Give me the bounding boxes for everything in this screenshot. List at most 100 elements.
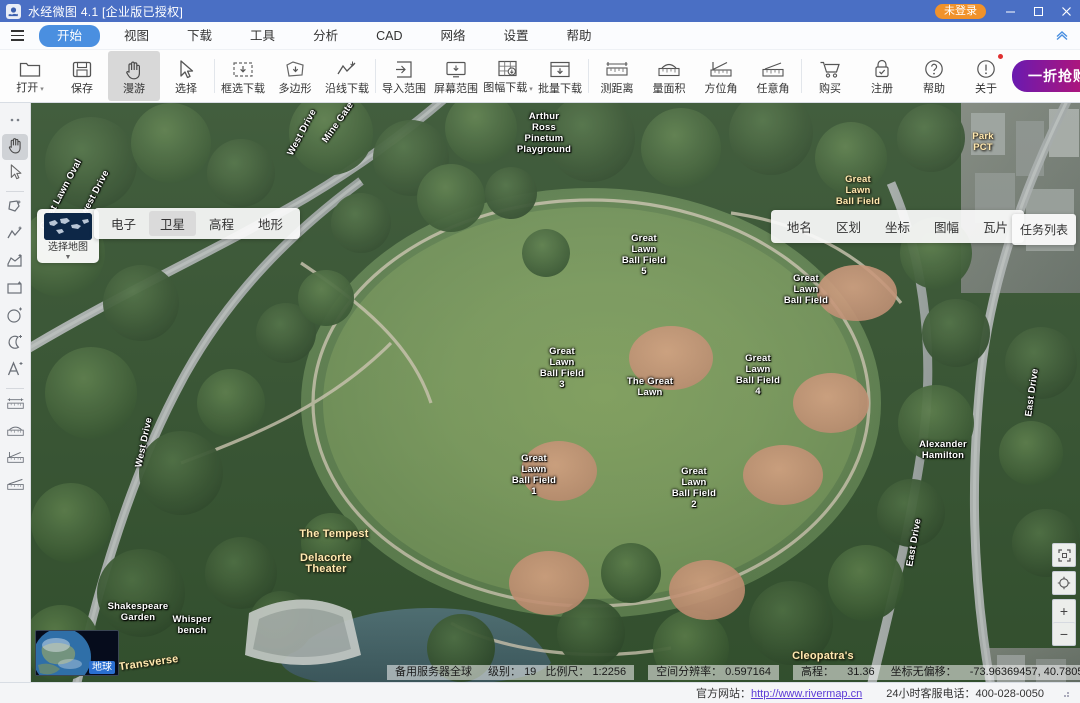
globe-widget[interactable]: 地球 [35,630,119,676]
overlay-tab-placenames[interactable]: 地名 [775,214,824,239]
ribbon-screen-range-button[interactable]: 屏幕范围 [430,51,482,101]
rail-add-text-tool[interactable] [2,358,28,384]
ribbon-batch-download-button[interactable]: 批量下载 [534,51,586,101]
rail-add-rectangle-tool[interactable] [2,277,28,303]
ribbon-azimuth-button[interactable]: 方位角 [695,51,747,101]
rail-select-tool[interactable] [2,161,28,187]
screen-range-icon [445,58,467,81]
app-logo-icon [6,3,21,19]
ribbon-open-label: 打开 [16,81,39,94]
globe-label: 地球 [89,661,115,674]
ribbon-rect-download-button[interactable]: 框选下载 [217,51,269,101]
task-list-button[interactable]: 任务列表 [1011,214,1076,245]
ribbon-register-button[interactable]: 注册 [856,51,908,101]
overlay-tab-sheets[interactable]: 图幅 [922,214,971,239]
basemap-layer-tabs: 电子 卫星 高程 地形 [94,208,301,239]
rail-pan-tool[interactable] [2,134,28,160]
map-select-widget[interactable]: 选择地图 ▼ [37,209,99,263]
ribbon-sheet-download-button[interactable]: 图幅下载 ▾ [482,51,534,101]
drag-dots-icon[interactable] [2,107,28,133]
chevron-down-icon[interactable]: ▾ [529,86,533,93]
rail-azimuth-tool[interactable] [2,447,28,473]
close-button[interactable] [1052,0,1080,22]
layer-tab-electronic[interactable]: 电子 [100,211,147,236]
hand-pan-icon [7,136,24,159]
world-map-thumb-icon [44,213,92,240]
rail-measure-distance-tool[interactable] [2,393,28,419]
rail-measure-area-tool[interactable] [2,420,28,446]
map-canvas[interactable]: Arthur Ross Pinetum Playground Great Law… [31,103,1080,682]
azimuth-icon [709,58,733,81]
resize-grip-icon[interactable] [1060,688,1070,698]
minimize-button[interactable] [996,0,1024,22]
rail-add-polyline-tool[interactable] [2,223,28,249]
ribbon-polyline-download-label: 沿线下载 [325,82,369,95]
polygon-download-icon [284,58,306,81]
fullscreen-icon[interactable] [1052,543,1076,567]
chevron-up-icon[interactable] [1054,29,1070,43]
ribbon-about-button[interactable]: 关于 [960,51,1012,101]
title-bar: 水经微图 4.1 [企业版已授权] 未登录 [0,0,1080,22]
folder-icon [19,57,41,80]
layer-tab-elevation[interactable]: 高程 [198,211,245,236]
layer-tab-satellite[interactable]: 卫星 [149,211,197,236]
zoom-in-icon[interactable]: + [1053,600,1075,622]
map-overlay-tabs: 地名 区划 坐标 图幅 瓦片 [770,210,1024,243]
menu-item-tools[interactable]: 工具 [236,25,289,47]
ribbon-any-angle-button[interactable]: 任意角 [747,51,799,101]
ribbon-divider [214,59,215,93]
rail-add-marker-tool[interactable] [2,196,28,222]
maximize-button[interactable] [1024,0,1052,22]
left-tool-rail [0,103,31,682]
info-about-icon [976,58,996,81]
add-arc-icon [6,333,24,356]
overlay-tab-districts[interactable]: 区划 [824,214,873,239]
ribbon-measure-area-button[interactable]: 量面积 [643,51,695,101]
ribbon-rect-download-label: 框选下载 [221,82,265,95]
ribbon-divider [375,59,376,93]
sheet-download-icon [497,57,519,80]
ribbon-help-button[interactable]: 帮助 [908,51,960,101]
rail-any-angle-tool[interactable] [2,474,28,500]
promo-button[interactable]: 一折抢购 [1012,60,1080,92]
ribbon-select-button[interactable]: 选择 [160,51,212,101]
login-status-badge[interactable]: 未登录 [935,3,986,19]
ribbon-polyline-download-button[interactable]: 沿线下载 [321,51,373,101]
ribbon-pan-button[interactable]: 漫游 [108,51,160,101]
add-text-icon [6,360,24,383]
menu-item-download[interactable]: 下载 [173,25,226,47]
ribbon-import-range-button[interactable]: 导入范围 [378,51,430,101]
compass-target-icon[interactable] [1052,571,1076,595]
menu-item-network[interactable]: 网络 [426,25,479,47]
footer-website: 官方网站：http://www.rivermap.cn [684,685,874,701]
cursor-arrow-icon [8,163,23,186]
menu-item-help[interactable]: 帮助 [553,25,606,47]
ribbon-measure-distance-button[interactable]: 测距离 [591,51,643,101]
menu-item-view[interactable]: 视图 [110,25,163,47]
ribbon-open-button[interactable]: 打开 ▾ [4,51,56,101]
menu-item-cad[interactable]: CAD [362,25,416,47]
ribbon-any-angle-label: 任意角 [756,82,790,95]
zoom-out-icon[interactable]: − [1053,622,1075,645]
rail-add-polygon-tool[interactable] [2,250,28,276]
menu-item-start[interactable]: 开始 [39,24,101,47]
ribbon-azimuth-label: 方位角 [704,82,738,95]
ribbon-buy-button[interactable]: 购买 [804,51,856,101]
ribbon-buy-label: 购买 [819,82,841,95]
ribbon-polygon-button[interactable]: 多边形 [269,51,321,101]
chevron-down-icon[interactable]: ▼ [40,254,96,261]
menu-item-analysis[interactable]: 分析 [299,25,352,47]
layer-tab-terrain[interactable]: 地形 [247,211,294,236]
polyline-download-icon [336,58,358,81]
save-disk-icon [72,58,92,81]
ribbon-save-button[interactable]: 保存 [56,51,108,101]
ribbon-save-label: 保存 [71,82,93,95]
footer-website-label: 官方网站： [695,688,751,700]
hamburger-icon[interactable] [0,22,34,49]
chevron-down-icon[interactable]: ▾ [40,86,44,93]
menu-item-settings[interactable]: 设置 [490,25,543,47]
overlay-tab-coordinates[interactable]: 坐标 [873,214,922,239]
footer-website-link[interactable]: http://www.rivermap.cn [751,688,862,700]
rail-add-arc-tool[interactable] [2,331,28,357]
rail-add-circle-tool[interactable] [2,304,28,330]
